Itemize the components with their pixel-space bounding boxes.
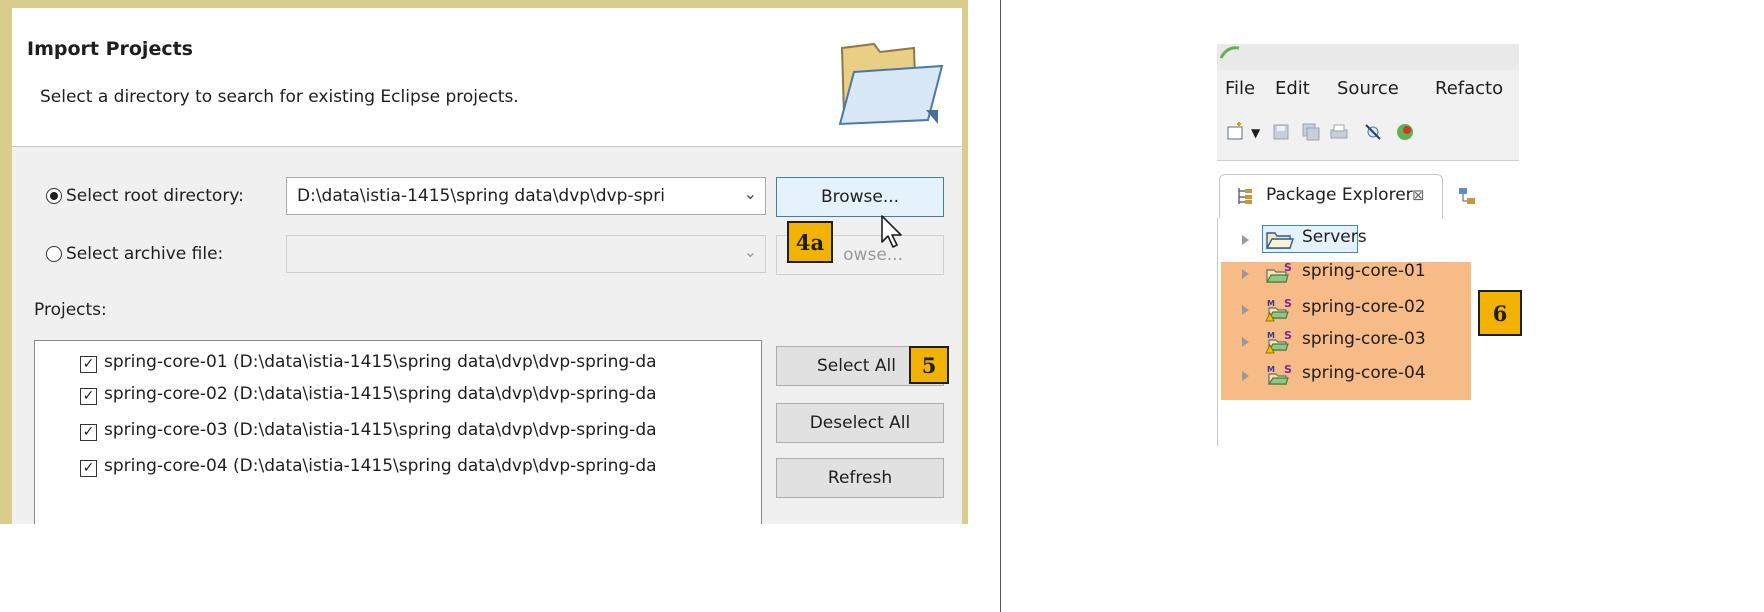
- save-icon[interactable]: [1271, 122, 1291, 142]
- svg-text:M: M: [1267, 299, 1275, 308]
- menu-file[interactable]: File: [1225, 78, 1255, 99]
- chevron-down-icon[interactable]: ▼: [1251, 126, 1271, 146]
- chevron-down-icon[interactable]: ⌄: [744, 184, 757, 203]
- maven-spring-warning-icon: M S: [1265, 298, 1292, 322]
- archive-file-radio[interactable]: [46, 246, 62, 262]
- select-all-label: Select All: [817, 356, 896, 376]
- project-checkbox[interactable]: ✓: [80, 424, 97, 441]
- panel-divider: [1000, 0, 1001, 612]
- project-label: spring-core-01 (D:\data\istia-1415\sprin…: [104, 352, 657, 372]
- menu-bar: File Edit Source Refacto: [1217, 70, 1519, 108]
- project-label: spring-core-04 (D:\data\istia-1415\sprin…: [104, 456, 657, 476]
- type-hierarchy-icon[interactable]: [1455, 186, 1495, 208]
- callout-6: 6: [1478, 290, 1522, 336]
- new-icon[interactable]: [1225, 122, 1245, 142]
- menu-edit[interactable]: Edit: [1275, 78, 1310, 99]
- maven-spring-warning-icon: M S: [1265, 330, 1292, 354]
- svg-text:S: S: [1284, 364, 1292, 376]
- expand-arrow-icon[interactable]: [1242, 305, 1249, 315]
- menu-refactor[interactable]: Refacto: [1435, 78, 1503, 99]
- tab-package-explorer[interactable]: Package Explorer ⊠: [1219, 174, 1443, 218]
- svg-text:S: S: [1284, 330, 1292, 342]
- dialog-subtitle: Select a directory to search for existin…: [40, 87, 519, 107]
- projects-label: Projects:: [34, 300, 107, 320]
- project-checkbox[interactable]: ✓: [80, 460, 97, 477]
- eclipse-title-strip: [1217, 44, 1519, 70]
- spring-project-icon: S: [1265, 262, 1292, 283]
- root-directory-value: D:\data\istia-1415\spring data\dvp\dvp-s…: [297, 186, 665, 206]
- refresh-button[interactable]: Refresh: [776, 458, 944, 498]
- expand-arrow-icon[interactable]: [1242, 235, 1249, 245]
- root-directory-combo[interactable]: D:\data\istia-1415\spring data\dvp\dvp-s…: [286, 177, 766, 215]
- callout-4a: 4a: [787, 221, 833, 263]
- svg-text:M: M: [1267, 331, 1275, 340]
- folder-icon: [1265, 232, 1294, 249]
- svg-text:S: S: [1284, 298, 1292, 310]
- project-label: spring-core-03 (D:\data\istia-1415\sprin…: [104, 420, 657, 440]
- browse-button[interactable]: Browse...: [776, 177, 944, 217]
- save-all-icon[interactable]: [1301, 122, 1321, 142]
- svg-text:M: M: [1267, 365, 1275, 374]
- expand-arrow-icon[interactable]: [1242, 371, 1249, 381]
- root-directory-radio[interactable]: [46, 188, 62, 204]
- tree-item-label: spring-core-02: [1302, 297, 1426, 317]
- dialog-frame-right: [962, 0, 968, 524]
- skip-breakpoints-icon[interactable]: [1363, 122, 1383, 142]
- view-tab-row: Package Explorer ⊠: [1217, 174, 1519, 218]
- project-checkbox[interactable]: ✓: [80, 356, 97, 373]
- eclipse-logo-icon: [1219, 46, 1240, 59]
- tree-item-label: spring-core-03: [1302, 329, 1426, 349]
- menu-source[interactable]: Source: [1337, 78, 1399, 99]
- project-label: spring-core-02 (D:\data\istia-1415\sprin…: [104, 384, 657, 404]
- tree-item-label: spring-core-01: [1302, 261, 1426, 281]
- maven-spring-project-icon: M S: [1267, 364, 1292, 385]
- debug-icon[interactable]: [1395, 122, 1415, 142]
- expand-arrow-icon[interactable]: [1242, 337, 1249, 347]
- tree-item-label: Servers: [1302, 227, 1367, 247]
- archive-file-label: Select archive file:: [66, 244, 224, 264]
- import-projects-dialog: Import Projects Select a directory to se…: [0, 0, 968, 524]
- deselect-all-button[interactable]: Deselect All: [776, 403, 944, 443]
- print-icon[interactable]: [1329, 122, 1349, 142]
- dialog-banner: [12, 8, 962, 147]
- callout-5: 5: [909, 346, 949, 384]
- dialog-frame-left: [0, 0, 12, 524]
- open-folder-icon: [838, 42, 944, 126]
- archive-file-combo[interactable]: ⌄: [286, 235, 766, 273]
- root-directory-label: Select root directory:: [66, 186, 244, 206]
- mouse-cursor-icon: [881, 215, 902, 248]
- close-icon[interactable]: ⊠: [1412, 186, 1425, 204]
- expand-arrow-icon[interactable]: [1242, 269, 1249, 279]
- tab-label: Package Explorer: [1266, 185, 1413, 205]
- svg-text:S: S: [1284, 262, 1292, 274]
- package-explorer-icon: [1238, 188, 1252, 204]
- dialog-frame-top: [0, 0, 968, 8]
- dialog-title: Import Projects: [27, 38, 193, 60]
- toolbar: ▼: [1217, 108, 1519, 161]
- project-checkbox[interactable]: ✓: [80, 388, 97, 405]
- chevron-down-icon: ⌄: [743, 242, 757, 261]
- tree-item-label: spring-core-04: [1302, 363, 1426, 383]
